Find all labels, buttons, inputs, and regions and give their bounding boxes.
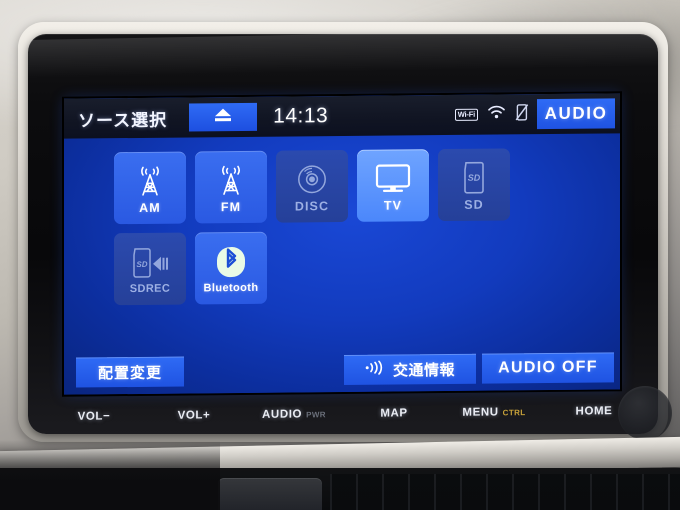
svg-text:SD: SD (136, 259, 147, 268)
screen-title-bar: ソース選択 14:13 Wi-Fi AUDIO (64, 93, 620, 139)
eject-icon (212, 107, 234, 128)
hardware-button-label: VOL+ (177, 409, 211, 422)
broadcast-icon (365, 360, 387, 379)
layout-change-button[interactable]: 配置変更 (76, 356, 184, 388)
wifi-badge-icon: Wi-Fi (454, 108, 478, 121)
wifi-signal-icon (487, 104, 506, 124)
eject-button[interactable] (189, 102, 258, 132)
audio-off-button[interactable]: AUDIO OFF (482, 352, 614, 384)
hardware-button-sublabel: CTRL (502, 408, 526, 418)
source-tile-label: DISC (294, 198, 330, 214)
air-vent-slats (330, 474, 680, 510)
hardware-button-label: MAP (380, 407, 408, 420)
traffic-info-label: 交通情報 (392, 361, 455, 380)
disc-icon (295, 160, 329, 198)
sd-record-icon: SD (130, 243, 170, 281)
screen-action-bar: 配置変更 交通情報 AUDIO OFF (64, 349, 620, 394)
clock-display: 14:13 (273, 104, 329, 128)
source-tile-sd[interactable]: SD SD (438, 148, 510, 222)
hardware-button-strip: VOL− VOL+ AUDIO PWR MAP MENU CTRL HOME (44, 393, 644, 435)
lcd-screen: ソース選択 14:13 Wi-Fi AUDIO AM FM DISC TV SD… (64, 93, 620, 395)
radio-tower-icon (132, 161, 168, 199)
audio-off-label: AUDIO OFF (498, 358, 598, 377)
source-tile-label: FM (220, 199, 242, 214)
source-grid-row: SD SDREC Bluetooth (114, 228, 620, 306)
hardware-button-label: HOME (575, 405, 613, 418)
phone-disconnected-icon (515, 103, 529, 126)
layout-change-label: 配置変更 (97, 364, 162, 382)
source-tile-fm[interactable]: FM (195, 150, 267, 224)
sd-card-icon: SD (459, 158, 489, 196)
center-console-block (218, 478, 322, 510)
hardware-button-label: MENU (462, 406, 499, 419)
source-tile-bluetooth[interactable]: Bluetooth (195, 231, 267, 305)
housing-gloss (28, 34, 658, 79)
source-tile-label: AM (139, 200, 161, 215)
hardware-button-map[interactable]: MAP (344, 407, 444, 420)
source-tile-am[interactable]: AM (114, 151, 186, 225)
television-icon (374, 159, 412, 197)
hardware-button-sublabel: PWR (306, 410, 326, 420)
audio-mode-button[interactable]: AUDIO (537, 98, 615, 130)
traffic-info-button[interactable]: 交通情報 (344, 353, 476, 385)
source-tile-tv[interactable]: TV (357, 149, 429, 222)
source-tile-label: TV (383, 198, 403, 213)
source-tile-label: Bluetooth (203, 281, 259, 294)
hardware-button-label: VOL− (77, 410, 111, 423)
lower-left-shadow (0, 440, 220, 510)
hardware-button-vol-up[interactable]: VOL+ (144, 409, 244, 422)
source-tile-label: SD (464, 197, 484, 212)
hardware-button-menu-ctrl[interactable]: MENU CTRL (444, 406, 544, 419)
radio-tower-icon (213, 161, 249, 199)
screenshot-stage: ソース選択 14:13 Wi-Fi AUDIO AM FM DISC TV SD… (0, 0, 680, 510)
hardware-button-label: AUDIO (262, 408, 303, 421)
bluetooth-icon (214, 242, 248, 280)
volume-knob[interactable] (618, 386, 672, 440)
svg-text:SD: SD (468, 172, 481, 182)
hardware-button-vol-down[interactable]: VOL− (44, 410, 144, 423)
source-tile-disc[interactable]: DISC (276, 149, 348, 223)
source-grid: AM FM DISC TV SD SD SD SDREC Bluetooth (64, 133, 620, 354)
source-grid-row: AM FM DISC TV SD SD (114, 147, 620, 225)
status-icon-tray: Wi-Fi (454, 103, 537, 127)
screen-content: ソース選択 14:13 Wi-Fi AUDIO AM FM DISC TV SD… (64, 93, 620, 395)
source-tile-sdrec[interactable]: SD SDREC (114, 232, 186, 306)
source-tile-label: SDREC (129, 282, 171, 295)
hardware-button-audio-pwr[interactable]: AUDIO PWR (244, 408, 344, 421)
page-title: ソース選択 (78, 110, 168, 131)
